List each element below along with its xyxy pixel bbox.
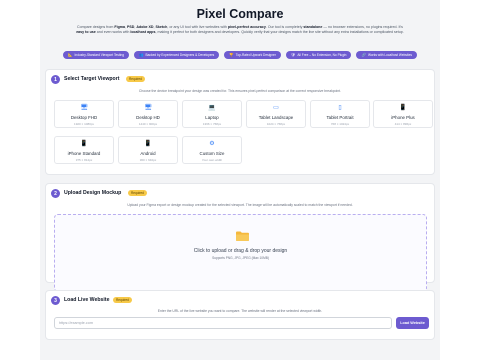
intro-bold: pixel-perfect accuracy — [227, 25, 266, 29]
ruler-icon: 📐 — [68, 53, 73, 57]
intro-part: , making it perfect for both designers a… — [155, 30, 404, 35]
step-number: 2 — [51, 189, 60, 198]
viewport-name: iPhone Standard — [67, 151, 101, 156]
feature-pills: 📐 Industry-Standard Viewport Testing 👥 Bac… — [40, 51, 440, 59]
section-description: Choose the device breakpoint your design… — [138, 89, 342, 93]
section-description: Upload your Figma export or design mocku… — [127, 203, 353, 207]
viewport-size: 1920 × 1080px — [74, 121, 94, 126]
viewport-name: Custom Size — [199, 151, 225, 156]
intro-bold: easy to use — [76, 30, 96, 35]
intro-bold: localhost apps — [130, 30, 156, 35]
url-input[interactable]: https://example.com — [54, 317, 392, 329]
section-description: Enter the URL of the live website you wa… — [157, 309, 323, 313]
intro-bold: Adobe XD — [136, 25, 154, 29]
app-frame: Pixel Compare Compare designs from Figma… — [40, 0, 440, 360]
monitor-icon: 🖥 — [144, 105, 152, 111]
feature-pill: 🛡 All Free – No Extension, No Plugin — [285, 51, 352, 59]
feature-label: Backed by Experienced Designers & Develo… — [145, 53, 215, 57]
intro-part: — no browser extensions, no plugins requ… — [322, 25, 403, 29]
trophy-icon: 🏆 — [229, 53, 234, 57]
step-number: 3 — [51, 296, 60, 305]
intro-part: and even works with — [95, 30, 131, 35]
upload-dropzone[interactable]: Click to upload or drag & drop your desi… — [54, 214, 427, 292]
viewport-custom-size[interactable]: ⚙ Custom Size Your own width — [182, 136, 242, 164]
viewport-size: 414 × 896px — [394, 121, 412, 126]
viewport-iphone-standard[interactable]: 📱 iPhone Standard 375 × 812px — [54, 136, 114, 164]
intro-bold: Sketch — [155, 25, 168, 29]
monitor-icon: 🖥 — [80, 105, 88, 111]
intro-text: Compare designs from Figma, PSD, Adobe X… — [76, 25, 404, 36]
shield-icon: 🛡 — [290, 53, 296, 57]
viewport-size: 1366 × 768px — [202, 121, 222, 126]
required-badge: Required — [128, 190, 147, 196]
users-icon: 👥 — [139, 53, 144, 57]
phone-icon: 📱 — [80, 141, 88, 147]
section-title: Load Live Website — [64, 297, 110, 303]
load-website-button[interactable]: Load Website — [396, 317, 429, 329]
viewport-size: 1024 × 768px — [266, 121, 286, 126]
feature-pill: 🔗 Works with Localhost Websites — [356, 51, 417, 59]
upload-section: 2 Upload Design Mockup Required Upload y… — [45, 183, 435, 292]
gear-icon: ⚙ — [209, 141, 215, 147]
intro-part: . Our tool is completely — [265, 25, 304, 29]
viewport-size: 1440 × 900px — [138, 121, 158, 126]
viewport-name: Desktop FHD — [70, 115, 98, 120]
tablet-icon: ▯ — [338, 105, 342, 111]
tablet-icon: ▭ — [273, 105, 279, 111]
viewport-iphone-plus[interactable]: 📱 iPhone Plus 414 × 896px — [373, 100, 433, 128]
feature-label: Works with Localhost Websites — [367, 53, 412, 57]
intro-bold: standalone — [303, 25, 323, 29]
viewport-size: 360 × 640px — [139, 157, 157, 162]
feature-label: Top-Rated Upwork Designer — [235, 53, 276, 57]
step-number: 1 — [51, 75, 60, 84]
website-section: 3 Load Live Website Required Enter the U… — [45, 290, 435, 340]
viewport-name: Tablet Portrait — [326, 115, 354, 120]
viewport-name: Laptop — [205, 115, 219, 120]
viewport-size: 768 × 1024px — [330, 121, 350, 126]
viewport-name: iPhone Plus — [391, 115, 415, 120]
feature-pill: 👥 Backed by Experienced Designers & Devel… — [134, 51, 220, 59]
folder-icon — [236, 231, 249, 241]
viewport-tablet-landscape[interactable]: ▭ Tablet Landscape 1024 × 768px — [246, 100, 306, 128]
feature-pill: 🏆 Top-Rated Upwork Designer — [224, 51, 281, 59]
viewport-desktop-hd[interactable]: 🖥 Desktop HD 1440 × 900px — [118, 100, 178, 128]
viewport-laptop[interactable]: 💻 Laptop 1366 × 768px — [182, 100, 242, 128]
viewport-tablet-portrait[interactable]: ▯ Tablet Portrait 768 × 1024px — [310, 100, 370, 128]
page-title: Pixel Compare — [196, 7, 284, 21]
section-title: Upload Design Mockup — [64, 190, 122, 196]
viewport-section: 1 Select Target Viewport Required Choose… — [45, 69, 435, 175]
feature-label: Industry-Standard Viewport Testing — [74, 53, 125, 57]
dropzone-label: Click to upload or drag & drop your desi… — [193, 248, 288, 254]
viewport-size: 375 × 812px — [75, 157, 93, 162]
viewport-desktop-fhd[interactable]: 🖥 Desktop FHD 1920 × 1080px — [54, 100, 114, 128]
feature-label: All Free – No Extension, No Plugin — [297, 53, 347, 57]
intro-part: Compare designs from — [77, 25, 115, 29]
link-icon: 🔗 — [361, 53, 366, 57]
feature-pill: 📐 Industry-Standard Viewport Testing — [63, 51, 130, 59]
viewport-android[interactable]: 📱 Android 360 × 640px — [118, 136, 178, 164]
required-badge: Required — [113, 297, 132, 303]
required-badge: Required — [126, 76, 145, 82]
section-title: Select Target Viewport — [64, 76, 120, 82]
laptop-icon: 💻 — [208, 105, 216, 111]
viewport-size: Your own width — [201, 157, 223, 162]
dropzone-hint: Supports PNG, JPG, JPEG (Max 10MB) — [212, 256, 269, 260]
android-icon: 📱 — [144, 141, 152, 147]
viewport-name: Tablet Landscape — [258, 115, 294, 120]
viewport-name: Android — [140, 151, 156, 156]
intro-part: , or any UI tool with live websites with — [167, 25, 228, 29]
intro-bold: Figma — [114, 25, 125, 29]
viewport-name: Desktop HD — [136, 115, 160, 120]
phone-icon: 📱 — [399, 105, 407, 111]
